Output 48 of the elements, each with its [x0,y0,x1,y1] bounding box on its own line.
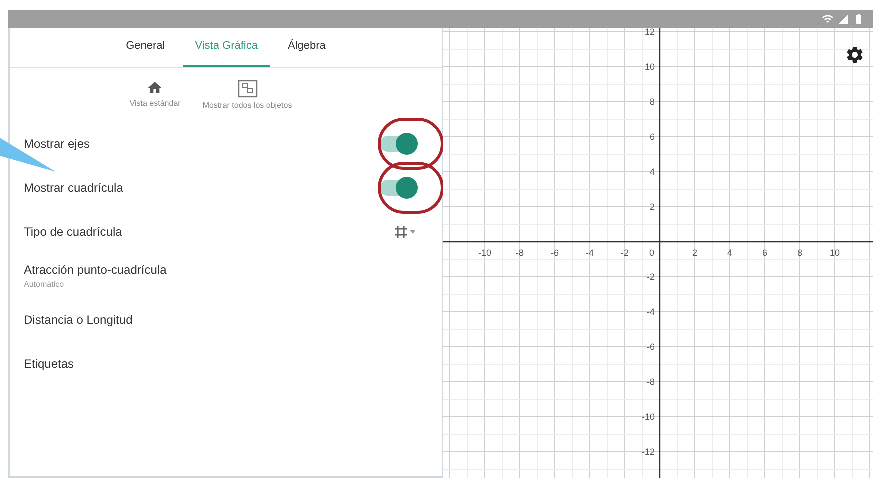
wifi-icon [822,13,834,25]
settings-row[interactable]: Atracción punto-cuadrícula Automático [10,254,442,298]
tick-label: 8 [650,97,655,107]
view-action-button[interactable]: Vista estándar [130,80,181,112]
toggle-switch[interactable] [380,180,416,196]
setting-label: Atracción punto-cuadrícula [24,262,167,279]
tab[interactable]: Álgebra [276,28,338,67]
settings-row[interactable]: Distancia o Longitud [10,298,442,342]
tick-label: 0 [650,248,654,258]
settings-row[interactable]: Tipo de cuadrícula [10,210,442,254]
tick-label: -2 [646,272,655,282]
tick-label: -6 [646,342,655,352]
tick-label: 4 [728,248,732,258]
tick-label: 2 [650,202,655,212]
tick-label: 10 [830,248,840,258]
tick-label: -8 [516,248,524,258]
toggle-switch[interactable] [380,136,416,152]
tick-label: -2 [621,248,629,258]
tick-label: -8 [646,377,655,387]
tick-label: 2 [692,248,698,258]
grid-icon [395,226,407,238]
setting-label: Tipo de cuadrícula [24,224,122,241]
home-icon [147,80,164,96]
setting-label: Distancia o Longitud [24,312,133,329]
tick-label: 4 [650,167,655,177]
tick-label: -6 [551,248,559,258]
zoom-to-fit-icon [238,80,258,98]
setting-label: Mostrar ejes [24,136,90,153]
setting-value: Automático [24,279,66,291]
grid-type-dropdown[interactable] [395,226,416,238]
caret-icon [410,230,416,234]
tick-label: -4 [646,307,655,317]
setting-label: Etiquetas [24,356,74,373]
setting-label: Mostrar cuadrícula [24,180,124,197]
tick-label: 6 [650,132,655,142]
tick-label: -10 [642,412,655,422]
tab[interactable]: General [114,28,178,67]
tick-label: 6 [762,248,768,258]
settings-row[interactable]: Etiquetas [10,342,442,386]
tick-label: -4 [586,248,594,258]
tick-label: 8 [798,248,802,258]
tick-label: 10 [644,62,655,72]
tick-label: -12 [642,447,655,457]
settings-icon[interactable] [845,45,865,65]
signal-icon [838,14,849,24]
view-action-button[interactable]: Mostrar todos los objetos [202,80,292,112]
tick-label: -10 [478,248,492,258]
tick-label: 12 [644,28,655,37]
